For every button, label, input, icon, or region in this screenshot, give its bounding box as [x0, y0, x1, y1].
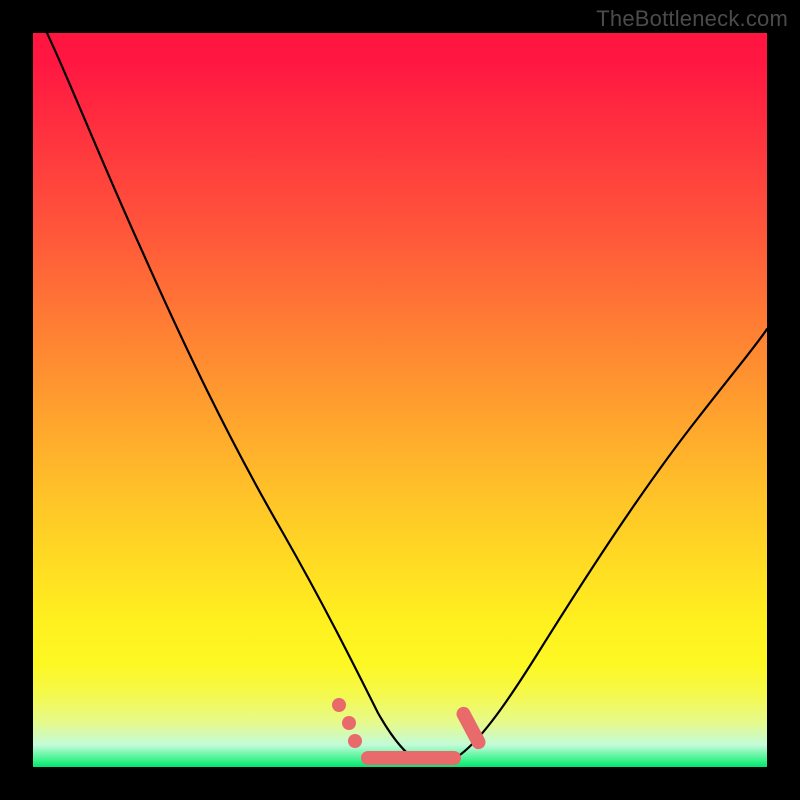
marker-dot — [348, 734, 362, 748]
chart-frame: TheBottleneck.com — [0, 0, 800, 800]
watermark-text: TheBottleneck.com — [596, 6, 788, 32]
bottleneck-curve — [33, 4, 767, 763]
marker-flat-optimum — [361, 751, 461, 765]
marker-dot — [332, 698, 346, 712]
plot-area — [33, 33, 767, 767]
marker-dot — [342, 716, 356, 730]
curve-layer — [33, 33, 767, 767]
